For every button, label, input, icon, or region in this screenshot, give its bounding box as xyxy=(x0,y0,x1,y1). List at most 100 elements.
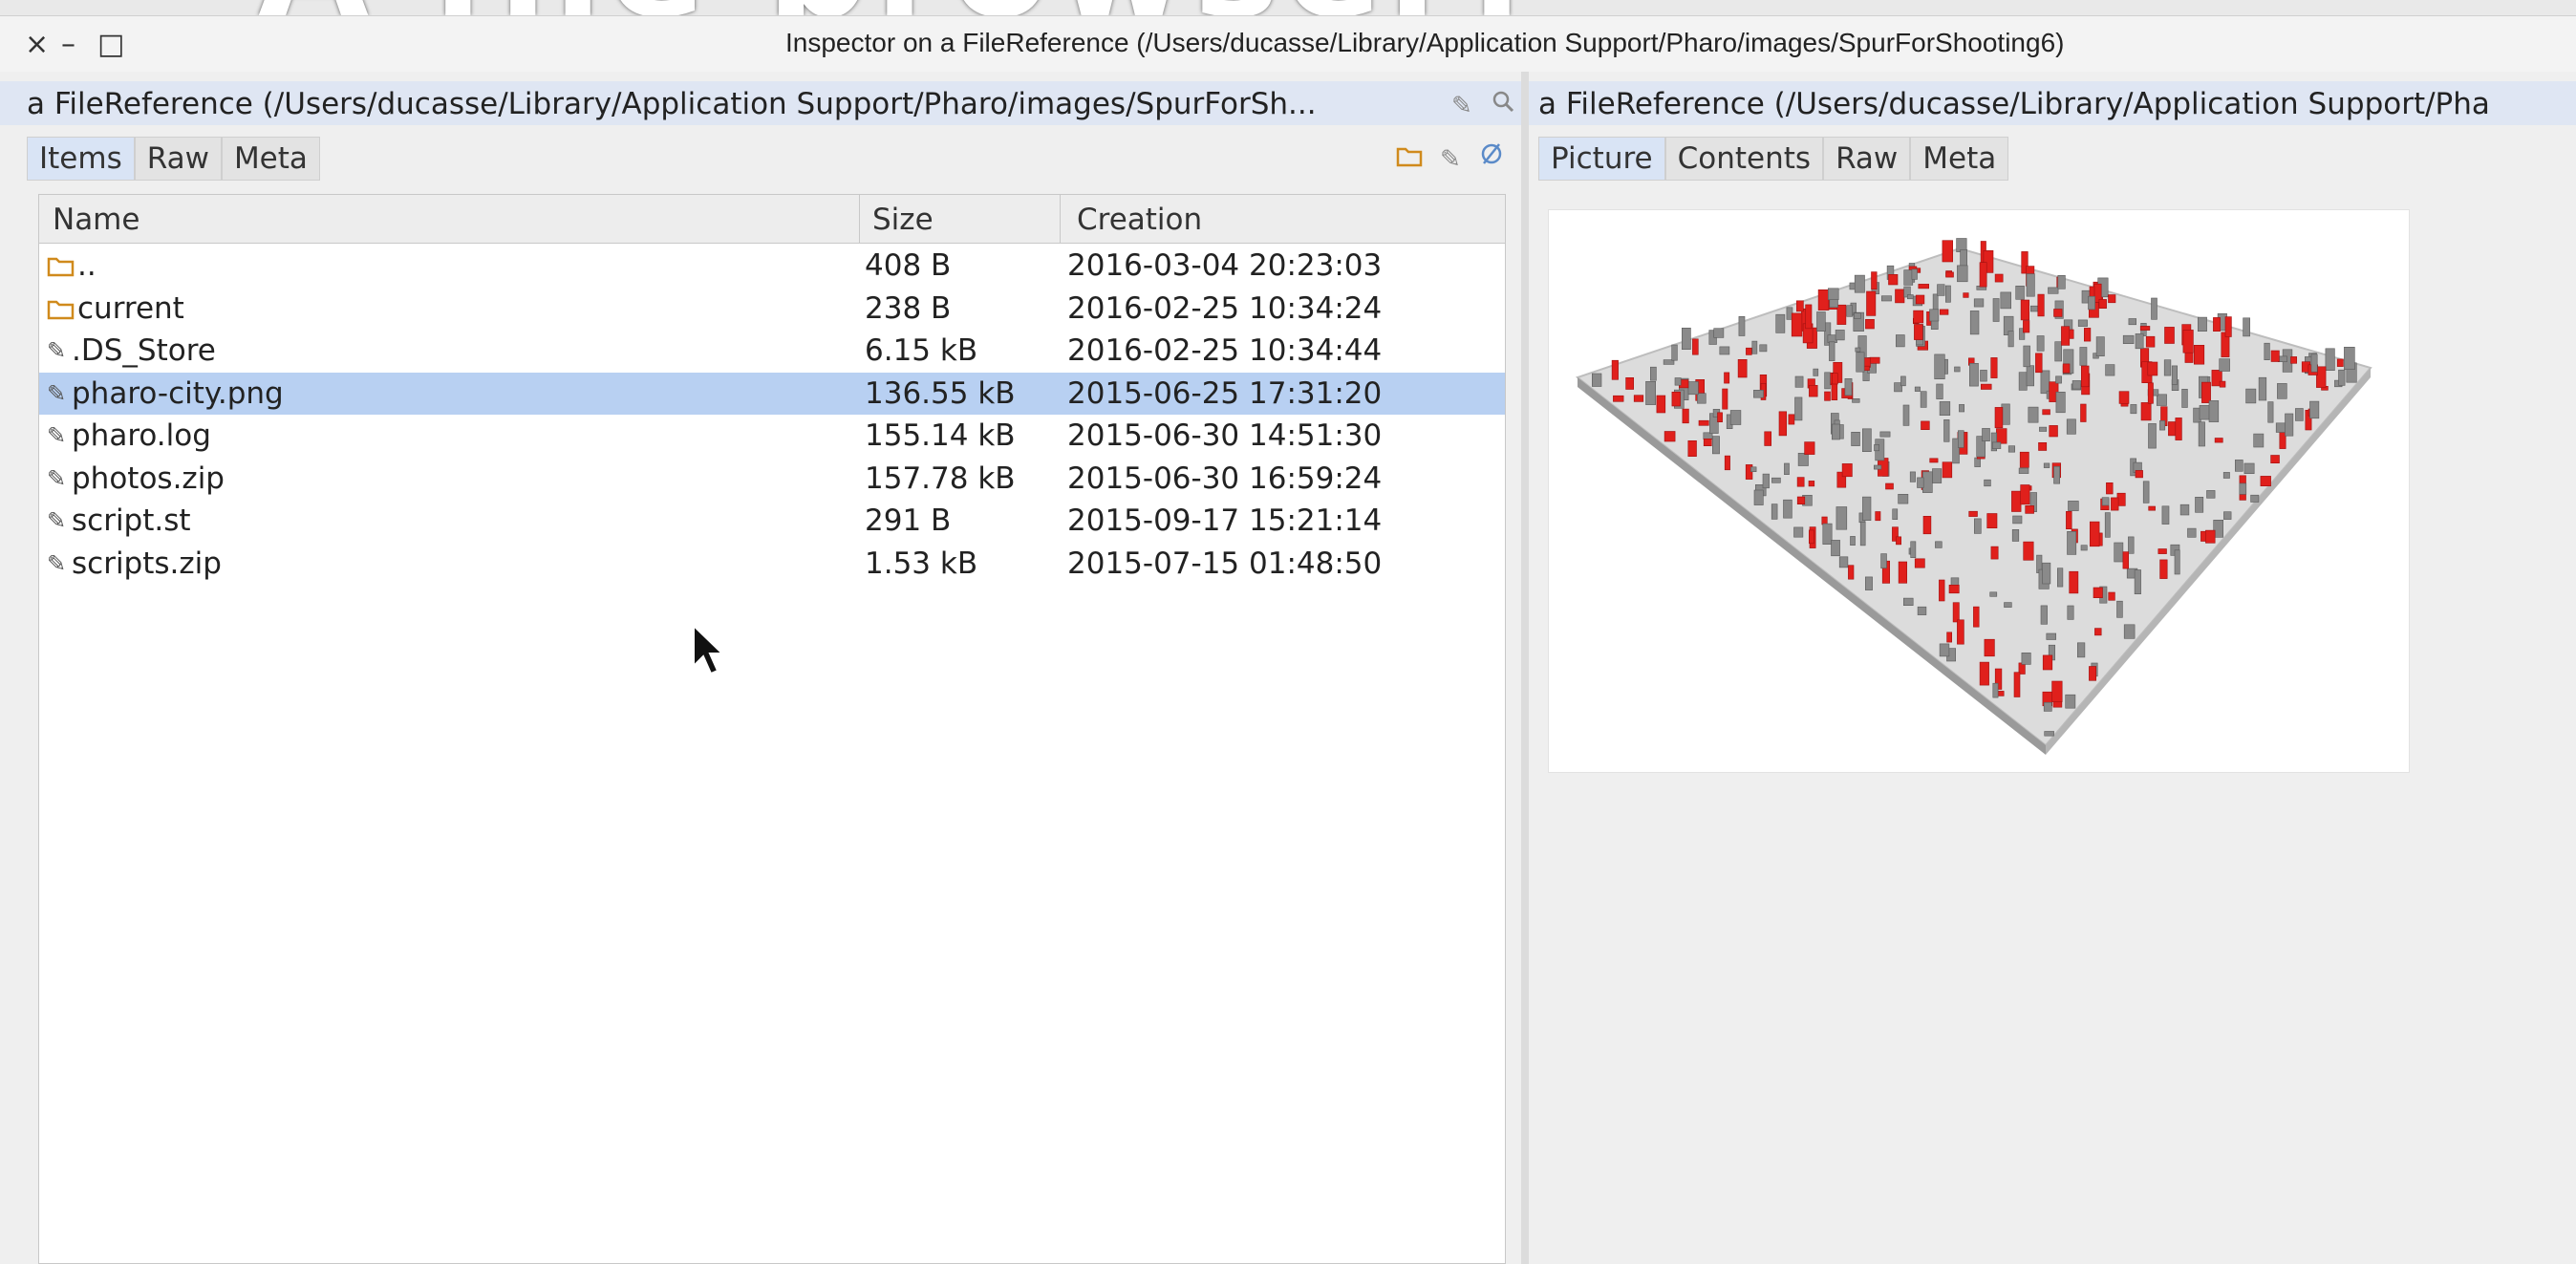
file-name-label: .. xyxy=(77,248,97,283)
tab-picture[interactable]: Picture xyxy=(1538,137,1665,181)
city-building xyxy=(2105,364,2115,376)
city-building xyxy=(2135,470,2143,479)
column-divider[interactable] xyxy=(859,195,860,243)
city-building xyxy=(1729,410,1742,425)
tab-raw[interactable]: Raw xyxy=(134,137,222,181)
city-building xyxy=(1930,319,1939,330)
tab-contents[interactable]: Contents xyxy=(1664,137,1824,181)
city-building xyxy=(2106,482,2114,495)
tab-raw-right[interactable]: Raw xyxy=(1823,137,1911,181)
minimize-window-button[interactable]: – xyxy=(61,28,75,61)
column-header-size[interactable]: Size xyxy=(872,203,934,237)
city-building xyxy=(1854,274,1865,293)
search-icon[interactable] xyxy=(1489,89,1517,118)
city-building xyxy=(1969,311,1980,335)
city-building xyxy=(2038,442,2048,451)
table-row[interactable]: ✎ pharo.log 155.14 kB 2015-06-30 14:51:30 xyxy=(39,415,1505,457)
city-building xyxy=(2157,548,2167,554)
city-building xyxy=(2164,327,2175,344)
city-building xyxy=(2025,504,2034,514)
city-building xyxy=(2148,423,2157,449)
column-header-creation[interactable]: Creation xyxy=(1077,203,1202,237)
file-icon: ✎ xyxy=(47,422,67,449)
city-building xyxy=(1835,330,1845,341)
table-row[interactable]: ✎ .DS_Store 6.15 kB 2016-02-25 10:34:44 xyxy=(39,330,1505,372)
city-building xyxy=(1703,439,1712,447)
tab-meta[interactable]: Meta xyxy=(221,137,320,181)
new-folder-icon[interactable] xyxy=(1395,144,1424,173)
column-divider[interactable] xyxy=(1060,195,1061,243)
city-building xyxy=(1687,440,1697,458)
file-name-label: pharo-city.png xyxy=(72,375,284,411)
city-building xyxy=(1943,419,1950,442)
city-building xyxy=(1759,344,1768,353)
city-building xyxy=(2023,320,2030,333)
city-building xyxy=(1980,370,1987,382)
pane-splitter[interactable] xyxy=(1521,72,1529,1264)
city-building xyxy=(2181,389,2188,408)
title-bar[interactable]: × – □ Inspector on a FileReference (/Use… xyxy=(0,16,2576,72)
table-row[interactable]: ✎ scripts.zip 1.53 kB 2015-07-15 01:48:50 xyxy=(39,543,1505,585)
city-building xyxy=(2258,376,2267,401)
city-building xyxy=(2020,484,2030,505)
city-building xyxy=(1944,285,1951,303)
city-building xyxy=(2026,365,2034,387)
close-window-button[interactable]: × xyxy=(25,28,49,61)
city-building xyxy=(1625,377,1634,390)
maximize-window-button[interactable]: □ xyxy=(97,28,124,61)
city-building xyxy=(1682,328,1691,351)
city-building xyxy=(1989,591,1998,597)
city-building xyxy=(1898,561,1908,584)
city-building xyxy=(2243,462,2255,474)
city-building xyxy=(1859,521,1866,546)
city-building xyxy=(1794,396,1803,421)
table-row[interactable]: .. 408 B 2016-03-04 20:23:03 xyxy=(39,245,1505,287)
city-building xyxy=(2219,358,2230,372)
city-building xyxy=(1996,428,2007,444)
city-building xyxy=(2344,347,2355,371)
city-building xyxy=(2277,383,2287,399)
city-building xyxy=(1892,508,1899,520)
city-building xyxy=(2234,460,2243,472)
city-building xyxy=(1808,481,1815,487)
file-name-label: current xyxy=(77,290,184,326)
city-building xyxy=(1994,273,2004,283)
table-row[interactable]: ✎ pharo-city.png 136.55 kB 2015-06-25 17:31… xyxy=(39,372,1505,415)
table-row[interactable]: ✎ script.st 291 B 2015-09-17 15:21:14 xyxy=(39,500,1505,542)
city-building xyxy=(2080,403,2087,422)
city-building xyxy=(2128,536,2135,554)
table-row[interactable]: ✎ photos.zip 157.78 kB 2015-06-30 16:59:24 xyxy=(39,458,1505,500)
city-building xyxy=(2198,421,2205,447)
city-building xyxy=(1775,313,1786,333)
edit-pencil-icon[interactable]: ✎ xyxy=(1436,145,1465,174)
city-building xyxy=(1827,288,1839,301)
city-building xyxy=(2114,542,2124,563)
city-building xyxy=(1973,518,1982,534)
city-building xyxy=(1896,536,1901,546)
city-building xyxy=(1875,511,1881,522)
city-building xyxy=(2270,455,2280,463)
city-building xyxy=(2042,654,2053,671)
city-building xyxy=(2187,527,2197,538)
tab-meta-right[interactable]: Meta xyxy=(1910,137,2009,181)
city-building xyxy=(2128,318,2137,326)
city-building xyxy=(2089,521,2100,547)
city-building xyxy=(1911,268,1918,280)
table-row[interactable]: current 238 B 2016-02-25 10:34:24 xyxy=(39,288,1505,330)
city-building xyxy=(1914,324,1923,340)
city-building xyxy=(2168,421,2177,437)
city-building xyxy=(2174,549,2180,575)
tab-items[interactable]: Items xyxy=(27,137,135,181)
city-building xyxy=(2037,293,2045,317)
city-building xyxy=(1724,372,1730,384)
column-header-name[interactable]: Name xyxy=(53,203,140,237)
city-building xyxy=(1914,558,1925,568)
city-building xyxy=(2028,406,2039,423)
pencil-icon[interactable]: ✎ xyxy=(1448,92,1476,120)
city-building xyxy=(2021,652,2031,665)
city-building xyxy=(1991,441,2002,449)
refresh-icon[interactable] xyxy=(1477,140,1506,169)
city-building xyxy=(1656,395,1666,414)
city-building xyxy=(2040,370,2050,395)
city-building xyxy=(2043,701,2052,712)
